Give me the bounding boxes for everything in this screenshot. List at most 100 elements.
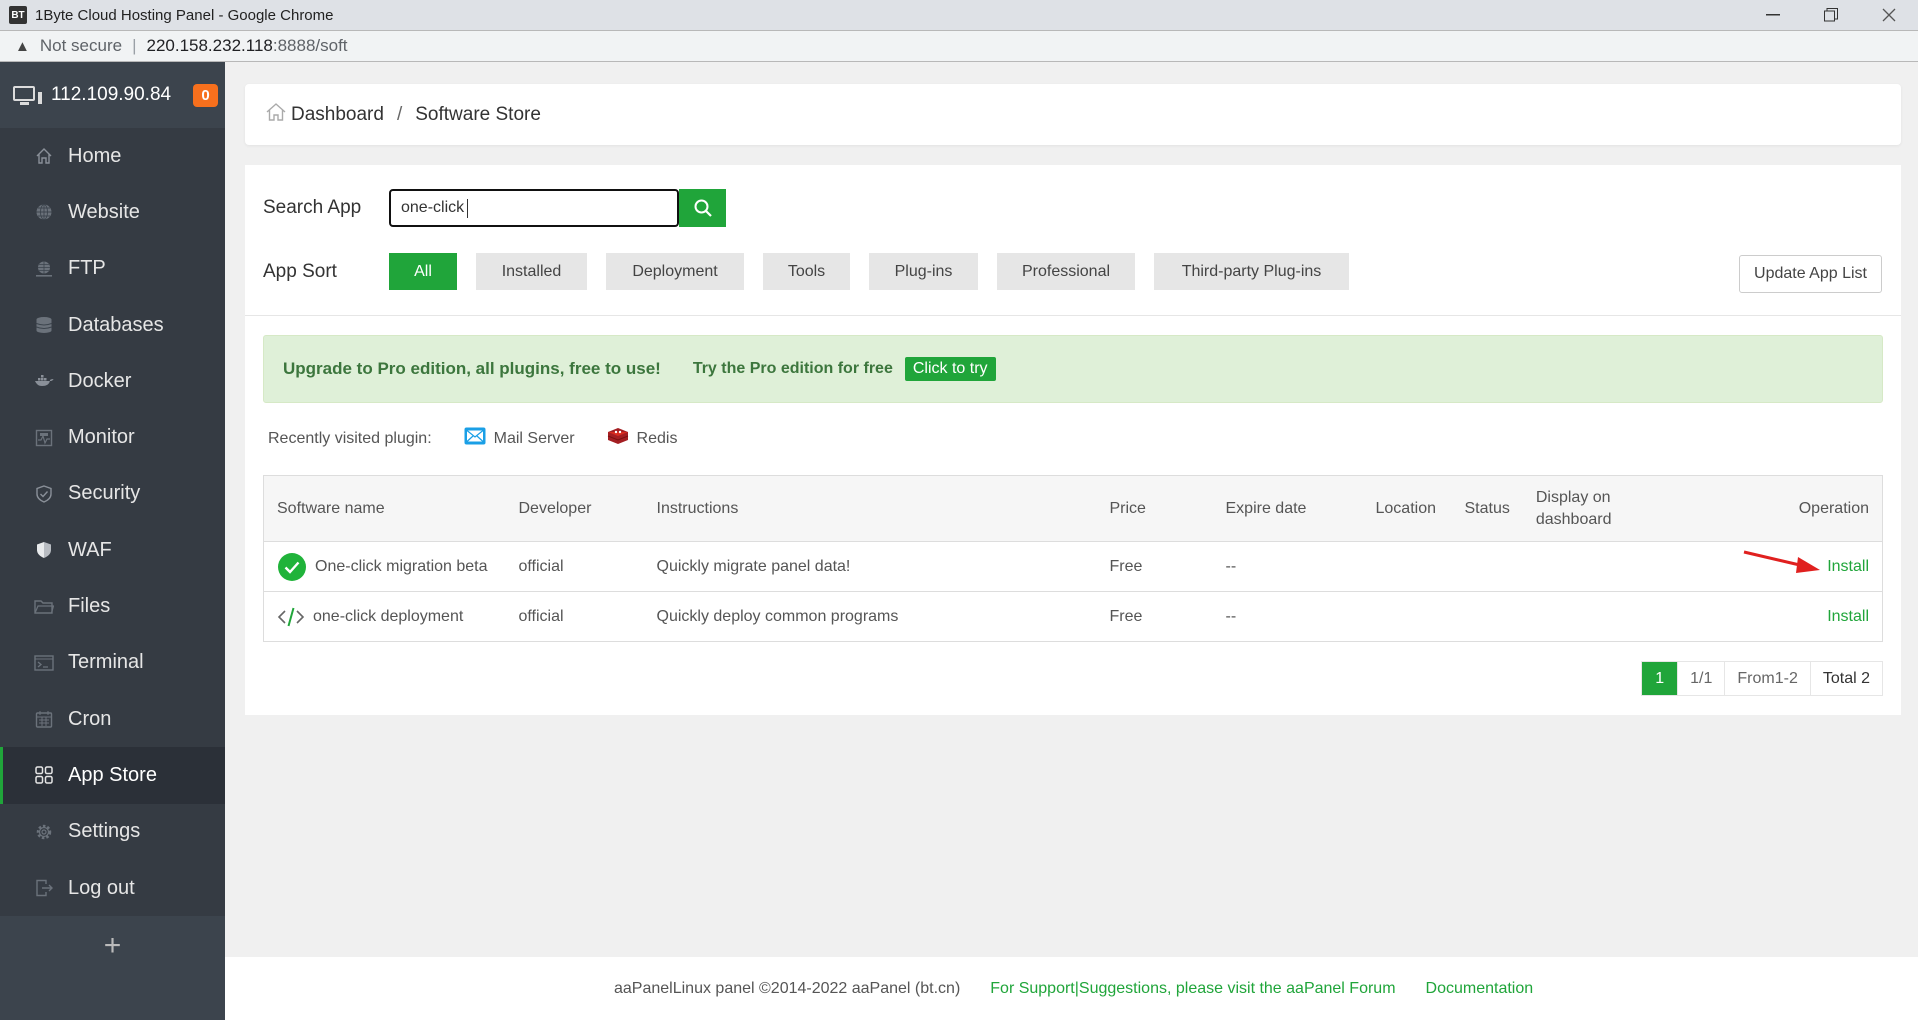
shield-icon [34,484,54,504]
sidebar-item-settings[interactable]: Settings [0,804,225,860]
sidebar-item-label: Terminal [68,651,144,674]
sort-deployment-button[interactable]: Deployment [606,253,744,290]
sidebar-item-label: Settings [68,820,141,843]
sidebar-item-ftp[interactable]: FTP [0,241,225,297]
sidebar-item-home[interactable]: Home [0,128,225,184]
sidebar-item-terminal[interactable]: Terminal [0,635,225,691]
col-price: Price [1096,475,1213,542]
minimize-button[interactable] [1744,0,1802,30]
col-location: Location [1362,475,1452,542]
search-button[interactable] [679,189,726,227]
update-app-list-button[interactable]: Update App List [1739,255,1882,293]
page-range: From1-2 [1725,662,1811,695]
home-icon [265,102,287,128]
sidebar-item-label: Docker [68,369,132,392]
close-window-button[interactable] [1860,0,1918,30]
home-icon [34,146,54,166]
sidebar-item-logout[interactable]: Log out [0,860,225,916]
sidebar-item-security[interactable]: Security [0,466,225,522]
migration-check-icon [277,552,307,582]
instructions: Quickly migrate panel data! [643,541,1097,592]
sort-tools-button[interactable]: Tools [763,253,850,290]
sidebar-item-label: App Store [68,763,157,786]
status [1451,591,1523,642]
page-total: Total 2 [1822,669,1870,687]
sidebar-item-cron[interactable]: Cron [0,691,225,747]
recent-plugin-mail-server[interactable]: Mail Server [464,427,575,450]
ftp-icon [34,259,54,279]
window-title: 1Byte Cloud Hosting Panel - Google Chrom… [35,6,334,24]
mail-icon [464,427,486,450]
footer-copyright: aaPanelLinux panel ©2014-2022 aaPanel (b… [614,979,961,997]
sidebar-item-label: Home [68,144,122,167]
pagination: 1 1/1 From1-2 Total 2 [1641,661,1883,696]
computer-icon [13,84,43,106]
address-bar[interactable]: ▲ Not secure | 220.158.232.118:8888/soft [0,30,1918,62]
sidebar-item-monitor[interactable]: Monitor [0,409,225,465]
location [1362,541,1452,592]
sidebar-item-app-store[interactable]: App Store [0,747,225,804]
col-instructions: Instructions [643,475,1097,542]
sidebar-item-website[interactable]: Website [0,184,225,240]
price: Free [1096,591,1213,642]
notification-badge[interactable]: 0 [193,84,218,107]
minimize-icon [1766,14,1780,16]
display-on-dashboard [1522,541,1673,592]
sidebar-item-waf[interactable]: WAF [0,522,225,578]
developer: official [505,591,644,642]
divider [245,315,1901,316]
url-path[interactable]: :8888/soft [273,36,348,56]
plus-icon: + [103,929,122,963]
sidebar-item-label: FTP [68,257,106,280]
recent-plugin-label: Redis [636,429,678,447]
status [1451,541,1523,592]
browser-title-bar: BT 1Byte Cloud Hosting Panel - Google Ch… [0,0,1918,30]
code-icon [277,606,305,628]
sort-installed-button[interactable]: Installed [476,253,587,290]
search-row: Search App one-click [263,189,726,227]
documentation-link[interactable]: Documentation [1426,980,1534,998]
close-icon [1882,8,1896,22]
price: Free [1096,541,1213,592]
location [1362,591,1452,642]
col-display-on-dashboard: Display on dashboard [1522,475,1673,542]
sort-professional-button[interactable]: Professional [997,253,1135,290]
promo-subtext: Try the Pro edition for free [692,360,893,377]
url-host[interactable]: 220.158.232.118 [146,36,272,56]
search-input[interactable]: one-click [389,189,679,227]
sidebar-item-label: Files [68,595,111,618]
install-button[interactable]: Install [1827,608,1869,625]
restore-button[interactable] [1802,0,1860,30]
footer: aaPanelLinux panel ©2014-2022 aaPanel (b… [225,957,1918,1020]
sidebar-nav: Home Website FTP Databases Docker Monito… [0,128,225,917]
apps-grid-icon [34,765,54,785]
redis-icon [607,427,629,450]
app-sort-label: App Sort [263,260,337,282]
software-name: One-click migration beta [315,557,488,575]
operation-cell: Install [1672,591,1883,642]
col-operation: Operation [1672,475,1883,542]
recent-plugin-redis[interactable]: Redis [607,427,678,450]
page-current[interactable]: 1 [1642,662,1679,695]
sidebar-item-label: Databases [68,313,164,336]
sort-all-button[interactable]: All [389,253,457,290]
support-forum-link[interactable]: For Support|Suggestions, please visit th… [990,980,1395,998]
search-label: Search App [263,197,362,218]
search-icon [694,199,712,217]
sidebar-item-databases[interactable]: Databases [0,297,225,353]
database-icon [34,315,54,335]
sort-plugins-button[interactable]: Plug-ins [869,253,978,290]
security-label[interactable]: Not secure [40,36,122,56]
sidebar-item-files[interactable]: Files [0,578,225,634]
click-to-try-button[interactable]: Click to try [904,357,996,381]
text-cursor [467,198,469,218]
software-store-panel: Search App one-click App Sort All Instal… [245,165,1901,715]
install-button[interactable]: Install [1827,558,1869,575]
display-on-dashboard [1522,591,1673,642]
add-menu-button[interactable]: + [0,916,225,977]
server-header: 112.109.90.84 0 [0,62,225,128]
sort-third-party-button[interactable]: Third-party Plug-ins [1154,253,1349,290]
table-row: one-click deployment official Quickly de… [263,591,1883,642]
breadcrumb-dashboard-link[interactable]: Dashboard [291,104,384,126]
sidebar-item-docker[interactable]: Docker [0,353,225,409]
